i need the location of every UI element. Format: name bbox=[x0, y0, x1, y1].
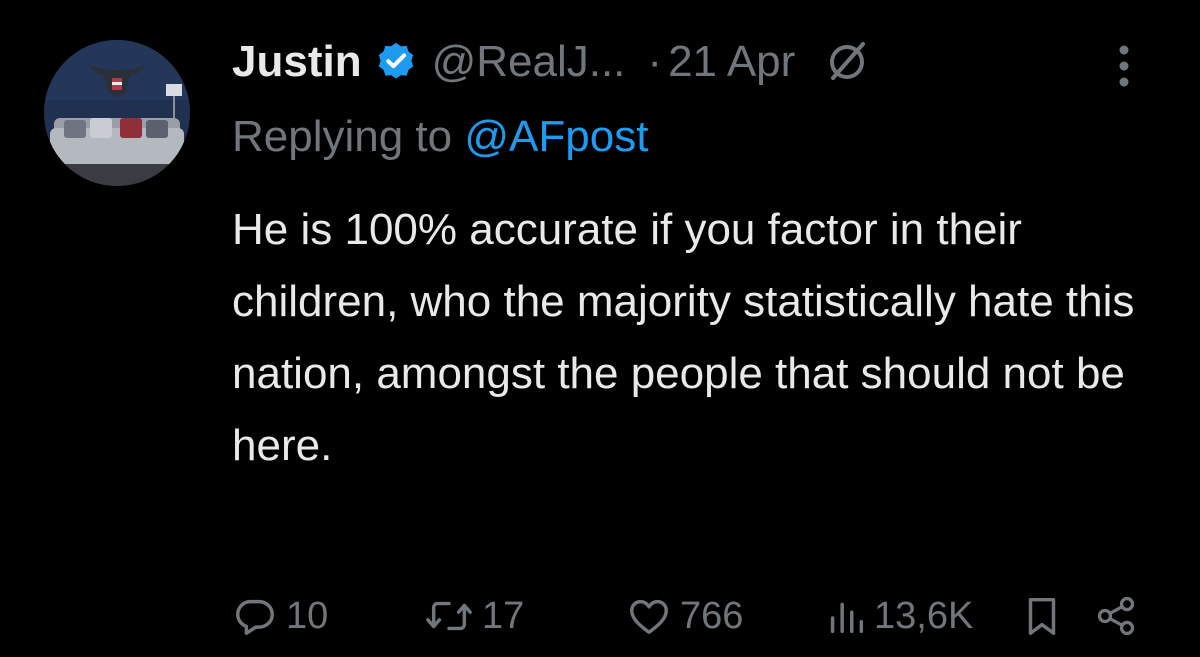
retweet-button[interactable]: 17 bbox=[424, 588, 524, 644]
retweet-count: 17 bbox=[482, 594, 525, 637]
verified-badge-icon bbox=[374, 40, 418, 84]
views-button[interactable]: 13,6K bbox=[826, 588, 973, 644]
bookmark-button[interactable] bbox=[1022, 588, 1062, 644]
reply-button[interactable]: 10 bbox=[232, 588, 328, 644]
like-count: 766 bbox=[680, 594, 744, 637]
more-options-icon[interactable] bbox=[1108, 38, 1140, 94]
separator-dot: · bbox=[647, 37, 663, 86]
avatar[interactable] bbox=[44, 40, 190, 186]
tweet-header: Justin @RealJ... · 21 Apr bbox=[232, 30, 871, 94]
tweet-date[interactable]: 21 Apr bbox=[668, 37, 795, 87]
reply-icon bbox=[232, 593, 278, 639]
share-icon bbox=[1094, 593, 1138, 639]
heart-icon bbox=[626, 593, 672, 639]
bookmark-icon bbox=[1022, 593, 1062, 639]
like-button[interactable]: 766 bbox=[626, 588, 743, 644]
grok-icon[interactable] bbox=[823, 38, 871, 86]
reply-count: 10 bbox=[286, 594, 329, 637]
avatar-image bbox=[44, 40, 190, 186]
author-name[interactable]: Justin bbox=[232, 37, 362, 87]
replying-to: Replying to @AFpost bbox=[232, 112, 648, 162]
reply-mention-link[interactable]: @AFpost bbox=[464, 112, 648, 161]
views-count: 13,6K bbox=[874, 594, 974, 637]
retweet-icon bbox=[424, 593, 474, 639]
tweet-text: He is 100% accurate if you factor in the… bbox=[232, 205, 1135, 470]
author-handle[interactable]: @RealJ... bbox=[432, 37, 626, 87]
views-icon bbox=[826, 593, 866, 639]
replying-to-label: Replying to bbox=[232, 112, 453, 161]
share-button[interactable] bbox=[1094, 588, 1138, 644]
